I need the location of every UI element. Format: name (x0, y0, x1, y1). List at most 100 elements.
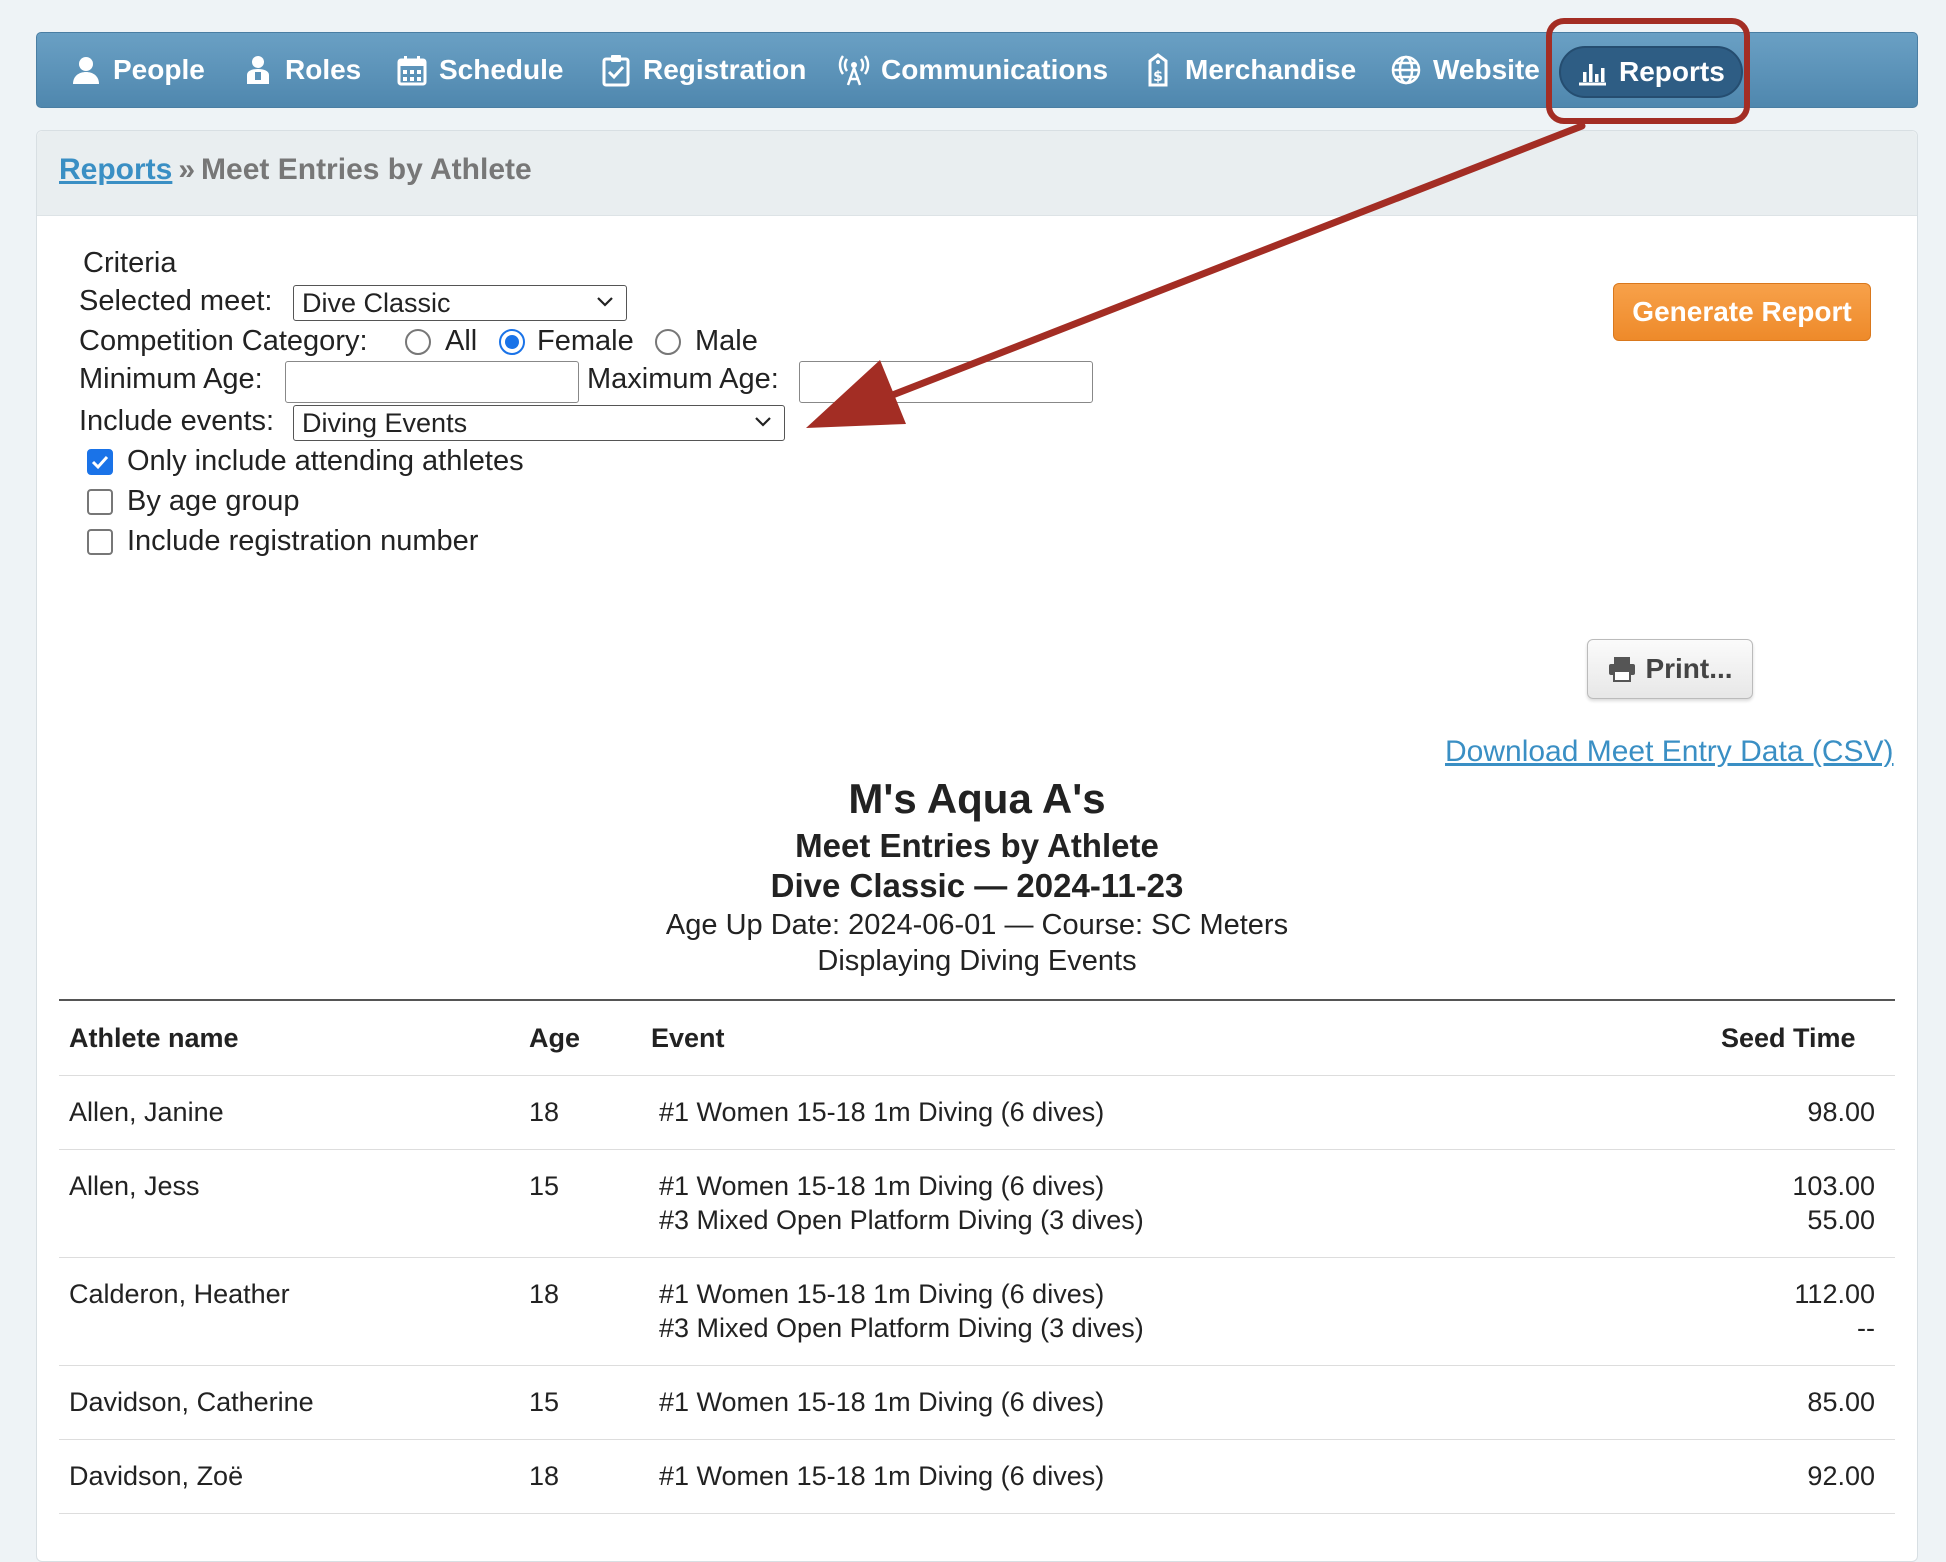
row-divider (59, 1513, 1895, 1514)
category-label: Competition Category: (79, 325, 368, 357)
selected-meet-label: Selected meet: (79, 285, 273, 317)
table-row-athlete: Davidson, Catherine (69, 1387, 314, 1417)
nav-communications-label: Communications (881, 54, 1109, 85)
table-row-athlete: Calderon, Heather (69, 1279, 290, 1309)
print-label: Print... (1645, 653, 1733, 684)
selected-meet-select[interactable]: Dive Classic (293, 285, 627, 321)
nav-people[interactable]: People (69, 33, 205, 107)
nav-merchandise[interactable]: $ Merchandise (1141, 33, 1356, 107)
col-age-header: Age (529, 1023, 581, 1053)
user-badge-icon (241, 53, 275, 87)
nav-reports[interactable]: Reports (1559, 46, 1743, 98)
nav-roles-label: Roles (285, 54, 362, 85)
nav-reports-label: Reports (1619, 56, 1725, 87)
nav-schedule-label: Schedule (439, 54, 564, 85)
registration-number-checkbox[interactable] (87, 529, 113, 555)
bar-chart-icon (1575, 55, 1609, 89)
age-group-label: By age group (127, 485, 300, 517)
nav-merchandise-label: Merchandise (1185, 54, 1357, 85)
chevron-down-icon (597, 297, 613, 307)
nav-website[interactable]: Website (1389, 33, 1540, 107)
breadcrumb-separator: » (178, 153, 196, 186)
nav-website-label: Website (1433, 54, 1540, 85)
registration-number-label: Include registration number (127, 525, 479, 557)
table-row-seed: -- (1857, 1313, 1875, 1343)
person-icon (69, 53, 103, 87)
table-row-age: 15 (529, 1171, 560, 1201)
checkmark-icon (91, 455, 109, 470)
clipboard-check-icon (599, 53, 633, 87)
min-age-input[interactable] (285, 361, 579, 403)
panel-header: Reports» Meet Entries by Athlete (37, 131, 1917, 216)
table-row-age: 18 (529, 1097, 560, 1127)
printer-icon (1609, 657, 1636, 682)
max-age-label: Maximum Age: (587, 363, 779, 395)
col-athlete-header: Athlete name (69, 1023, 239, 1053)
generate-report-button[interactable]: Generate Report (1613, 283, 1871, 341)
table-row-event: #3 Mixed Open Platform Diving (3 dives) (659, 1313, 1144, 1343)
download-csv-link[interactable]: Download Meet Entry Data (CSV) (1445, 735, 1894, 769)
nav-roles[interactable]: Roles (241, 33, 361, 107)
table-row-seed: 112.00 (1794, 1279, 1875, 1309)
table-row-event: #1 Women 15-18 1m Diving (6 dives) (659, 1279, 1105, 1309)
row-divider (59, 1149, 1895, 1150)
col-event-header: Event (651, 1023, 725, 1053)
table-row-seed: 85.00 (1807, 1387, 1875, 1417)
broadcast-icon (837, 53, 871, 87)
table-row-event: #1 Women 15-18 1m Diving (6 dives) (659, 1097, 1105, 1127)
price-tag-icon: $ (1141, 53, 1175, 87)
attending-athletes-checkbox[interactable] (87, 449, 113, 475)
table-row-event: #1 Women 15-18 1m Diving (6 dives) (659, 1387, 1105, 1417)
col-seed-header: Seed Time (1721, 1023, 1856, 1053)
report-info-line: Age Up Date: 2024-06-01 — Course: SC Met… (665, 909, 1289, 941)
table-row-age: 18 (529, 1279, 560, 1309)
table-row-age: 18 (529, 1461, 560, 1491)
table-row-seed: 98.00 (1807, 1097, 1875, 1127)
row-divider (59, 1439, 1895, 1440)
table-row-event: #1 Women 15-18 1m Diving (6 dives) (659, 1171, 1105, 1201)
report-team-name: M's Aqua A's (848, 775, 1106, 822)
breadcrumb-current: Meet Entries by Athlete (201, 153, 532, 186)
nav-people-label: People (113, 54, 205, 85)
nav-registration-label: Registration (643, 54, 807, 85)
table-row-seed: 92.00 (1807, 1461, 1875, 1491)
category-female-radio[interactable] (499, 329, 525, 355)
category-female-label: Female (537, 325, 634, 357)
attending-athletes-label: Only include attending athletes (127, 445, 524, 477)
breadcrumb-reports-link[interactable]: Reports (59, 153, 172, 186)
category-all-radio[interactable] (405, 329, 431, 355)
print-button[interactable]: Print... (1587, 639, 1753, 699)
include-events-label: Include events: (79, 405, 275, 437)
category-male-radio[interactable] (655, 329, 681, 355)
criteria-heading: Criteria (83, 247, 177, 279)
table-row-event: #3 Mixed Open Platform Diving (3 dives) (659, 1205, 1144, 1235)
row-divider (59, 1365, 1895, 1366)
include-events-value: Diving Events (302, 408, 468, 438)
row-divider (59, 1257, 1895, 1258)
report-title: Meet Entries by Athlete (795, 827, 1159, 864)
category-male-label: Male (695, 325, 758, 357)
top-nav: People Roles Schedule Registration Commu… (36, 32, 1918, 108)
selected-meet-value: Dive Classic (302, 288, 451, 318)
nav-schedule[interactable]: Schedule (395, 33, 563, 107)
svg-text:$: $ (1153, 69, 1163, 85)
age-group-checkbox[interactable] (87, 489, 113, 515)
include-events-select[interactable]: Diving Events (293, 405, 785, 441)
chevron-down-icon (755, 417, 771, 427)
table-row-athlete: Allen, Jess (69, 1171, 200, 1201)
nav-registration[interactable]: Registration (599, 33, 806, 107)
globe-icon (1389, 53, 1423, 87)
table-row-athlete: Davidson, Zoë (69, 1461, 244, 1491)
breadcrumb: Reports» Meet Entries by Athlete (59, 153, 532, 187)
report-panel: Reports» Meet Entries by Athlete Criteria… (36, 130, 1918, 1562)
max-age-input[interactable] (799, 361, 1093, 403)
min-age-label: Minimum Age: (79, 363, 263, 395)
calendar-icon (395, 53, 429, 87)
table-row-seed: 55.00 (1807, 1205, 1875, 1235)
table-row-age: 15 (529, 1387, 560, 1417)
table-top-rule (59, 999, 1895, 1001)
table-row-seed: 103.00 (1792, 1171, 1875, 1201)
category-all-label: All (445, 325, 478, 357)
nav-communications[interactable]: Communications (837, 33, 1108, 107)
row-divider (59, 1075, 1895, 1076)
